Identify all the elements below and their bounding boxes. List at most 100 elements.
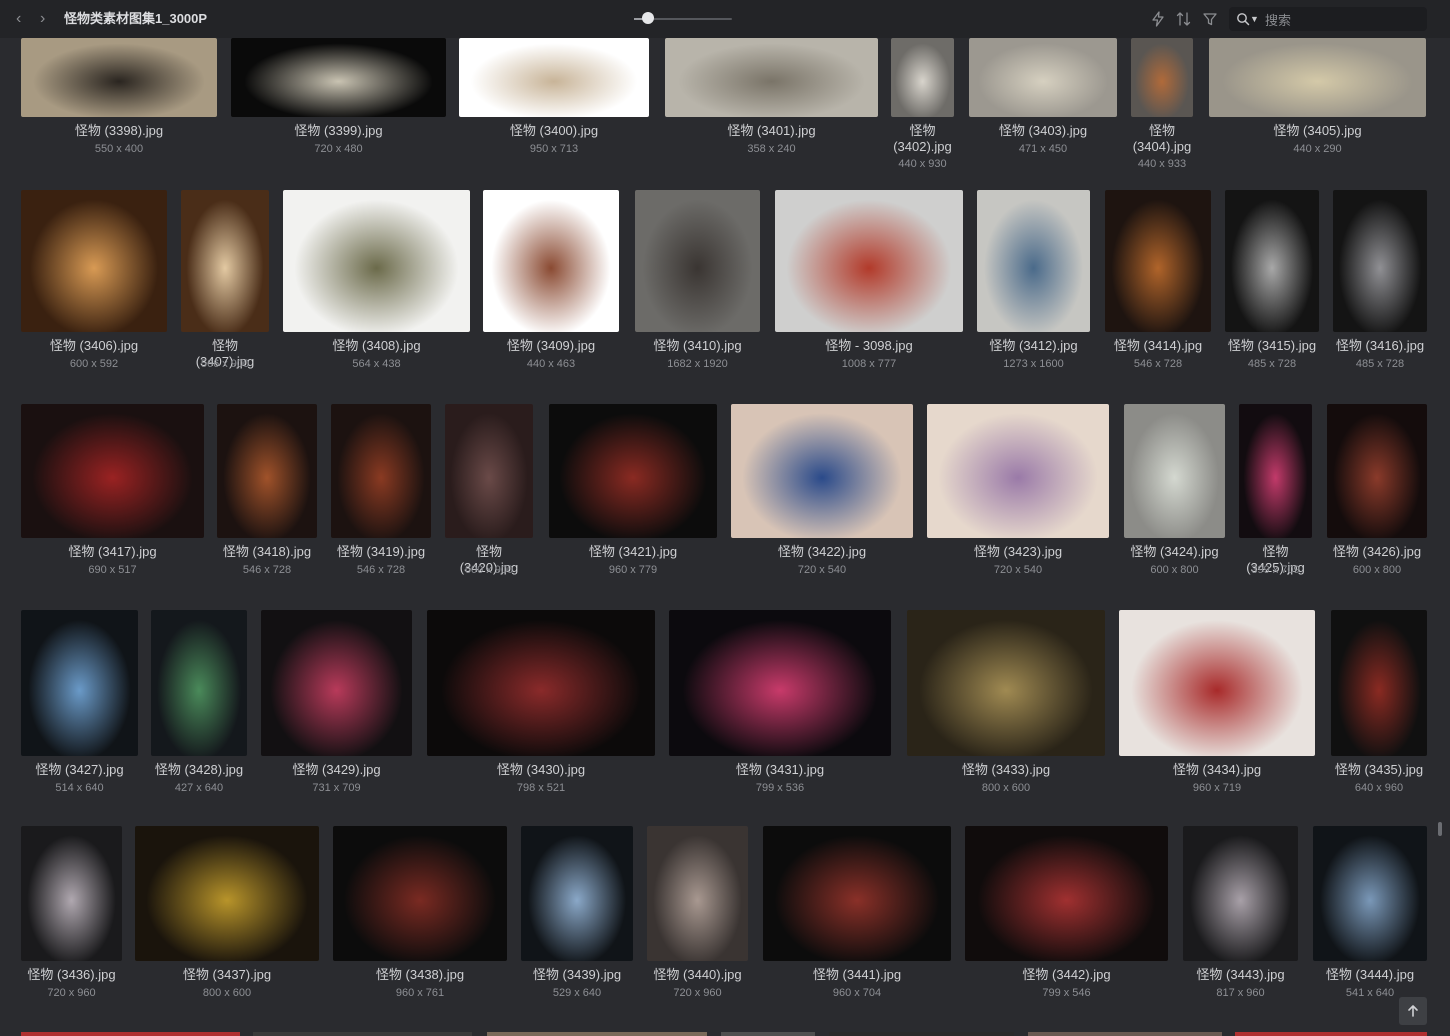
image-thumbnail[interactable] (21, 38, 217, 117)
image-thumbnail[interactable] (1313, 826, 1427, 961)
file-name: 怪物 (3422).jpg (777, 544, 867, 559)
image-thumbnail[interactable] (135, 826, 319, 961)
image-dimensions: 720 x 960 (47, 987, 96, 999)
image-thumbnail[interactable] (763, 826, 951, 961)
image-thumbnail[interactable] (445, 404, 533, 538)
image-thumbnail[interactable] (927, 404, 1109, 538)
chevron-left-icon[interactable]: ‹ (16, 0, 21, 38)
image-thumbnail[interactable] (1235, 1032, 1427, 1036)
search-input[interactable] (1263, 9, 1423, 31)
image-thumbnail[interactable] (459, 38, 649, 117)
file-name: 怪物 (3417).jpg (68, 544, 157, 559)
search-icon (1236, 11, 1250, 32)
image-thumbnail[interactable] (261, 610, 412, 756)
file-name: 怪物 (3400).jpg (509, 123, 599, 138)
image-dimensions: 440 x 463 (526, 358, 576, 370)
file-name: 怪物 (3405).jpg (1273, 123, 1362, 138)
toolbar: ‹ › 怪物类素材图集1_3000P ▼ (0, 0, 1450, 38)
image-thumbnail[interactable] (1225, 190, 1319, 332)
image-dimensions: 799 x 536 (755, 782, 805, 794)
image-thumbnail[interactable] (283, 190, 470, 332)
image-thumbnail[interactable] (1183, 826, 1298, 961)
image-thumbnail[interactable] (151, 610, 247, 756)
image-grid: 怪物 (3398).jpg 550 x 400 怪物 (3399).jpg 720 x… (0, 38, 1436, 1036)
search-box[interactable]: ▼ (1229, 7, 1427, 31)
image-thumbnail[interactable] (487, 1032, 707, 1036)
image-thumbnail[interactable] (829, 1032, 1014, 1036)
image-thumbnail[interactable] (731, 404, 913, 538)
image-thumbnail[interactable] (21, 404, 204, 538)
image-thumbnail[interactable] (331, 404, 431, 538)
image-thumbnail[interactable] (1327, 404, 1427, 538)
image-thumbnail[interactable] (1239, 404, 1312, 538)
image-thumbnail[interactable] (253, 1032, 472, 1036)
image-thumbnail[interactable] (231, 38, 446, 117)
file-name: 怪物 (3408).jpg (332, 338, 421, 353)
image-thumbnail[interactable] (775, 190, 963, 332)
image-thumbnail[interactable] (907, 610, 1105, 756)
file-name: 怪物 (3410).jpg (653, 338, 742, 353)
image-thumbnail[interactable] (333, 826, 507, 961)
image-thumbnail[interactable] (1105, 190, 1211, 332)
image-thumbnail[interactable] (1119, 610, 1315, 756)
image-thumbnail[interactable] (483, 190, 619, 332)
image-dimensions: 960 x 779 (608, 564, 658, 576)
image-dimensions: 731 x 709 (312, 782, 361, 794)
image-thumbnail[interactable] (665, 38, 878, 117)
image-thumbnail[interactable] (969, 38, 1117, 117)
image-dimensions: 798 x 521 (516, 782, 566, 794)
back-to-top-button[interactable] (1399, 997, 1427, 1025)
file-name: 怪物 (3401).jpg (727, 123, 816, 138)
filter-icon[interactable] (1202, 0, 1218, 38)
file-name: 怪物 (3434).jpg (1172, 762, 1262, 777)
image-dimensions: 720 x 540 (797, 564, 847, 576)
image-dimensions: 514 x 640 (55, 782, 104, 794)
image-dimensions: 960 x 719 (1192, 782, 1242, 794)
image-thumbnail[interactable] (1209, 38, 1426, 117)
chevron-right-icon[interactable]: › (40, 0, 45, 38)
image-thumbnail[interactable] (549, 404, 717, 538)
image-thumbnail[interactable] (977, 190, 1090, 332)
file-name: 怪物 (3418).jpg (222, 544, 312, 559)
image-thumbnail[interactable] (647, 826, 748, 961)
file-name: 怪物 (3436).jpg (27, 967, 116, 982)
file-name: 怪物 (3441).jpg (812, 967, 902, 982)
sort-icon[interactable] (1176, 0, 1192, 38)
image-thumbnail[interactable] (1124, 404, 1225, 538)
image-thumbnail[interactable] (21, 826, 122, 961)
image-thumbnail[interactable] (721, 1032, 815, 1036)
image-dimensions: 1008 x 777 (841, 358, 897, 370)
image-dimensions: 546 x 728 (356, 564, 406, 576)
image-thumbnail[interactable] (635, 190, 760, 332)
image-thumbnail[interactable] (181, 190, 269, 332)
image-thumbnail[interactable] (1028, 1032, 1222, 1036)
scrollbar-thumb[interactable] (1438, 822, 1442, 836)
image-thumbnail[interactable] (1333, 190, 1427, 332)
image-thumbnail[interactable] (521, 826, 633, 961)
image-dimensions: 960 x 761 (395, 987, 445, 999)
image-dimensions: 485 x 728 (1247, 358, 1297, 370)
image-dimensions: 720 x 540 (993, 564, 1043, 576)
image-dimensions: 1273 x 1600 (1003, 358, 1064, 370)
image-thumbnail[interactable] (21, 610, 138, 756)
image-dimensions: 720 x 960 (673, 987, 722, 999)
file-name: 怪物 (3421).jpg (588, 544, 678, 559)
image-thumbnail[interactable] (21, 1032, 240, 1036)
image-thumbnail[interactable] (891, 38, 954, 117)
file-name: 怪物 (3435).jpg (1334, 762, 1424, 777)
zoom-slider-thumb[interactable] (641, 12, 654, 24)
image-dimensions: 566 x 900 (200, 358, 250, 370)
file-name: 怪物 (3430).jpg (496, 762, 586, 777)
image-thumbnail[interactable] (427, 610, 655, 756)
image-thumbnail[interactable] (217, 404, 317, 538)
chevron-down-icon[interactable]: ▼ (1250, 11, 1259, 27)
image-thumbnail[interactable] (1331, 610, 1427, 756)
file-name: 怪物 (3427).jpg (35, 762, 124, 777)
file-name: 怪物 (3412).jpg (989, 338, 1078, 353)
image-thumbnail[interactable] (21, 190, 167, 332)
file-name: 怪物 (3398).jpg (74, 123, 164, 138)
image-thumbnail[interactable] (1131, 38, 1193, 117)
lightning-icon[interactable] (1151, 0, 1165, 38)
image-thumbnail[interactable] (669, 610, 891, 756)
image-thumbnail[interactable] (965, 826, 1168, 961)
